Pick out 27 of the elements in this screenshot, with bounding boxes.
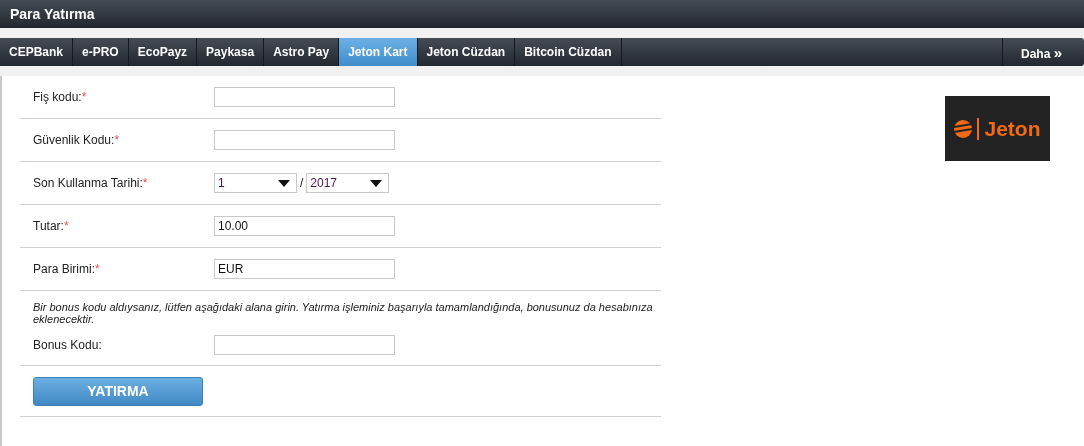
input-field[interactable] — [214, 335, 395, 355]
input-field[interactable] — [214, 87, 395, 107]
date-separator: / — [300, 176, 304, 190]
tab[interactable]: Paykasa — [197, 38, 265, 66]
month-dropdown[interactable]: 1 — [214, 173, 297, 193]
page-title: Para Yatırma — [10, 6, 95, 22]
field-label: Bonus Kodu: — [32, 338, 103, 352]
year-dropdown[interactable]: 2017 — [306, 173, 390, 193]
field-label: Fiş kodu:* — [32, 90, 88, 104]
more-button[interactable]: Daha » — [1001, 38, 1084, 66]
dropdown-arrow-icon — [278, 179, 290, 187]
tab[interactable]: CEPBank — [0, 38, 74, 66]
field-label: Güvenlik Kodu:* — [32, 133, 121, 147]
striped-ball-icon — [954, 119, 973, 138]
bonus-note: Bir bonus kodu aldıysanız, lütfen aşağıdaki alana girin. Yatırma işleminiz başarıyla tamamlandığında, bonusunuz da hesabınıza eklenecektir. — [33, 301, 654, 325]
input-field[interactable] — [214, 130, 395, 150]
input-field[interactable]: 10.00 — [214, 216, 395, 236]
dropdown-arrow-icon — [370, 179, 383, 187]
jeton-logo: Jeton — [945, 96, 1050, 161]
field-label: Son Kullanma Tarihi:* — [32, 176, 149, 190]
input-field[interactable]: EUR — [214, 259, 395, 279]
tab[interactable]: EcoPayz — [128, 38, 198, 66]
tab[interactable]: Bitcoin Cüzdan — [515, 38, 622, 66]
tab[interactable]: Jeton Cüzdan — [417, 38, 516, 66]
field-label: Tutar:* — [32, 219, 70, 233]
tab[interactable]: e-PRO — [73, 38, 129, 66]
field-label: Para Birimi:* — [32, 262, 101, 276]
